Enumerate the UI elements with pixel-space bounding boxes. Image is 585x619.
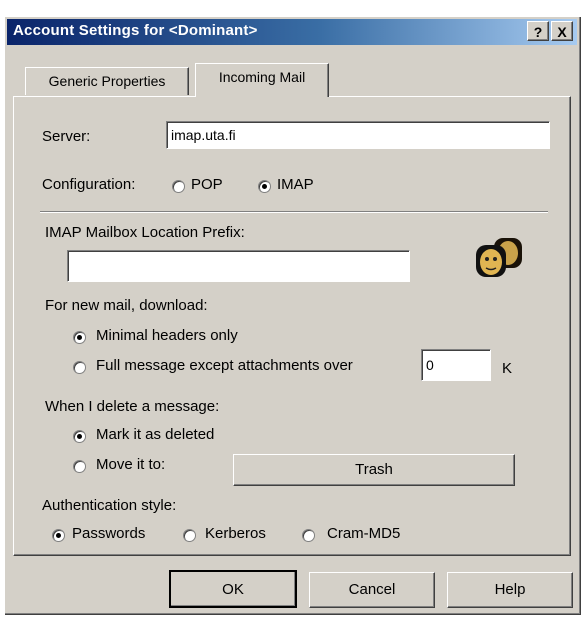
- move-to-label: Move it to:: [96, 456, 166, 473]
- imap-radio[interactable]: [258, 180, 271, 193]
- imap-prefix-input[interactable]: [67, 250, 410, 282]
- kerberos-label: Kerberos: [205, 525, 266, 542]
- passwords-radio[interactable]: [52, 529, 65, 542]
- server-label: Server:: [42, 128, 91, 145]
- imap-label: IMAP: [277, 176, 314, 193]
- size-unit-label: K: [502, 360, 513, 377]
- cram-md5-label: Cram-MD5: [327, 525, 401, 542]
- new-mail-label: For new mail, download:: [45, 297, 208, 314]
- kerberos-radio[interactable]: [183, 529, 196, 542]
- minimal-headers-label: Minimal headers only: [96, 327, 238, 344]
- mark-deleted-label: Mark it as deleted: [96, 426, 215, 443]
- configuration-label: Configuration:: [42, 176, 136, 193]
- mark-deleted-radio[interactable]: [73, 430, 86, 443]
- close-title-button[interactable]: X: [551, 21, 573, 41]
- attachment-size-input[interactable]: 0: [421, 349, 491, 381]
- full-message-radio[interactable]: [73, 361, 86, 374]
- auth-label: Authentication style:: [42, 497, 177, 514]
- cancel-button[interactable]: Cancel: [309, 572, 435, 608]
- tab-generic-properties[interactable]: Generic Properties: [25, 67, 189, 95]
- help-button[interactable]: Help: [447, 572, 573, 608]
- pop-label: POP: [191, 176, 223, 193]
- imap-prefix-label: IMAP Mailbox Location Prefix:: [45, 224, 245, 241]
- tab-incoming-mail[interactable]: Incoming Mail: [195, 63, 329, 97]
- cram-md5-radio[interactable]: [302, 529, 315, 542]
- minimal-headers-radio[interactable]: [73, 331, 86, 344]
- server-input[interactable]: imap.uta.fi: [166, 121, 550, 149]
- ok-button[interactable]: OK: [169, 570, 297, 608]
- move-to-radio[interactable]: [73, 460, 86, 473]
- passwords-label: Passwords: [72, 525, 146, 542]
- tab-panel: [13, 96, 571, 556]
- delete-label: When I delete a message:: [45, 398, 220, 415]
- window-title: Account Settings for <Dominant>: [13, 22, 258, 39]
- full-message-label: Full message except attachments over: [96, 357, 353, 374]
- trash-folder-button[interactable]: Trash: [233, 454, 515, 486]
- help-title-button[interactable]: ?: [527, 21, 549, 41]
- users-icon: [476, 238, 522, 277]
- section-divider: [40, 211, 548, 213]
- pop-radio[interactable]: [172, 180, 185, 193]
